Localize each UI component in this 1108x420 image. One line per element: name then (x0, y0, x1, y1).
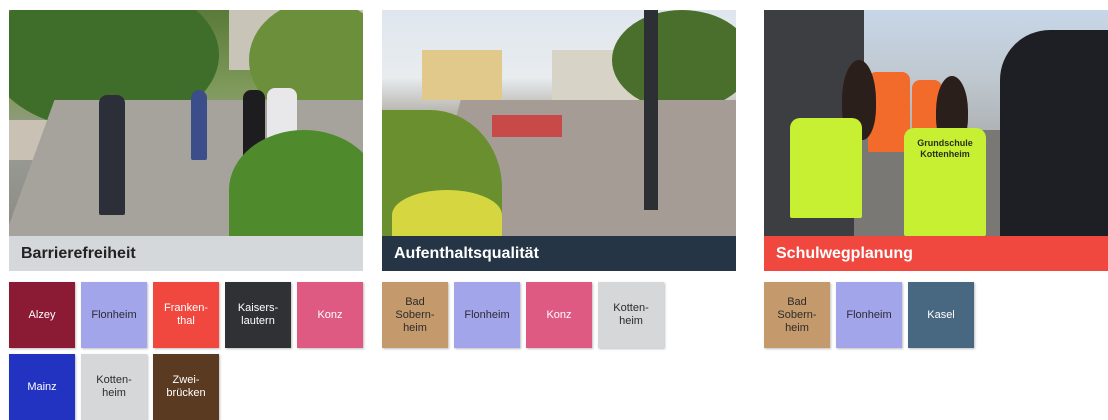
tile-bad-sobernheim[interactable]: Bad Sobern- heim (764, 282, 830, 348)
tile-kasel[interactable]: Kasel (908, 282, 974, 348)
tile-mainz[interactable]: Mainz (9, 354, 75, 420)
tile-alzey[interactable]: Alzey (9, 282, 75, 348)
column-schulwegplanung: Grundschule Kottenheim Schulwegplanung B… (764, 10, 1108, 348)
tile-konz[interactable]: Konz (526, 282, 592, 348)
photo-schulwegplanung: Grundschule Kottenheim (764, 10, 1108, 236)
tile-bad-sobernheim[interactable]: Bad Sobern- heim (382, 282, 448, 348)
tile-frankenthal[interactable]: Franken- thal (153, 282, 219, 348)
photo-aufenthaltsqualitaet (382, 10, 736, 236)
tile-kottenheim[interactable]: Kotten- heim (598, 282, 664, 348)
vest-text: Grundschule Kottenheim (917, 138, 973, 159)
caption-label: Schulwegplanung (776, 244, 913, 262)
tile-zweibruecken[interactable]: Zwei- brücken (153, 354, 219, 420)
caption-label: Aufenthaltsqualität (394, 244, 539, 262)
tile-group: Bad Sobern- heim Flonheim Konz Kotten- h… (382, 282, 752, 348)
tile-kaiserslautern[interactable]: Kaisers- lautern (225, 282, 291, 348)
tile-flonheim[interactable]: Flonheim (81, 282, 147, 348)
tile-group: Alzey Flonheim Franken- thal Kaisers- la… (9, 282, 379, 420)
tile-group: Bad Sobern- heim Flonheim Kasel (764, 282, 1108, 348)
caption-bar: Aufenthaltsqualität (382, 236, 736, 271)
caption-label: Barrierefreiheit (21, 244, 136, 262)
caption-bar: Schulwegplanung (764, 236, 1108, 271)
photo-barrierefreiheit (9, 10, 363, 236)
tile-flonheim[interactable]: Flonheim (836, 282, 902, 348)
column-aufenthaltsqualitaet: Aufenthaltsqualität Bad Sobern- heim Flo… (382, 10, 736, 348)
caption-bar: Barrierefreiheit (9, 236, 363, 271)
column-barrierefreiheit: Barrierefreiheit Alzey Flonheim Franken-… (9, 10, 363, 420)
tile-flonheim[interactable]: Flonheim (454, 282, 520, 348)
tile-kottenheim[interactable]: Kotten- heim (81, 354, 147, 420)
tile-konz[interactable]: Konz (297, 282, 363, 348)
